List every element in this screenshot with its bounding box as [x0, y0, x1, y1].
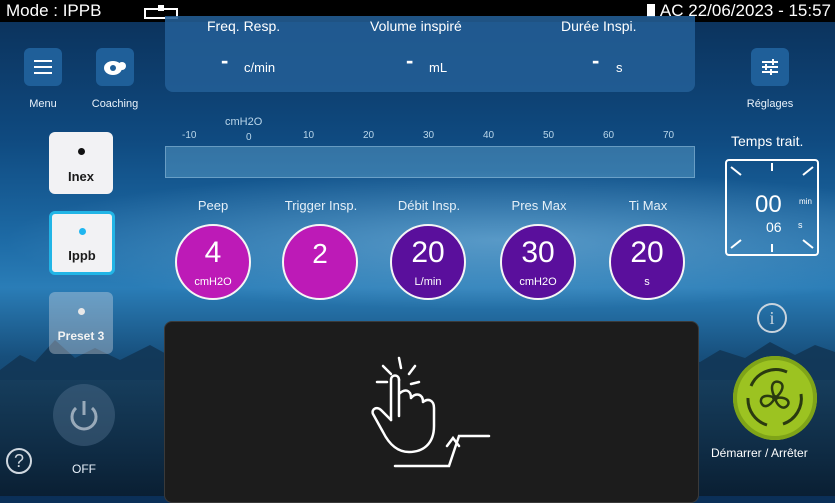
menu-label: Menu — [29, 98, 57, 110]
gauge-tick: 40 — [483, 130, 495, 141]
peep-value: 4 — [204, 236, 222, 269]
coaching-label: Coaching — [91, 98, 139, 110]
ti-max-label: Ti Max — [628, 198, 668, 213]
start-stop-button[interactable] — [733, 356, 817, 440]
peep-label: Peep — [197, 198, 229, 213]
tap-gesture-icon — [371, 356, 491, 468]
duree-inspi-label: Durée Inspi. — [561, 18, 637, 34]
menu-button[interactable] — [24, 48, 62, 86]
volume-inspire-label: Volume inspiré — [370, 18, 462, 34]
preset-indicator-dot — [79, 228, 86, 235]
gauge-tick: 0 — [246, 132, 252, 143]
hamburger-icon — [34, 60, 52, 74]
debit-insp-control[interactable]: 20 L/min — [390, 224, 466, 300]
coaching-button[interactable] — [96, 48, 134, 86]
debit-insp-label: Débit Insp. — [397, 198, 461, 213]
start-stop-label: Démarrer / Arrêter — [711, 446, 808, 460]
pressure-gauge-bar — [165, 146, 695, 178]
settings-button[interactable] — [751, 48, 789, 86]
measurements-panel: Freq. Resp. - c/min Volume inspiré - mL … — [165, 16, 695, 92]
sliders-icon — [762, 59, 778, 75]
trigger-insp-control[interactable]: 2 — [282, 224, 358, 300]
debit-insp-unit: L/min — [414, 276, 442, 288]
power-off-label: OFF — [72, 462, 96, 476]
timer-seconds: 06 — [766, 219, 782, 235]
gauge-tick: 60 — [603, 130, 615, 141]
preset-indicator-dot — [78, 308, 85, 315]
peep-control[interactable]: 4 cmH2O — [175, 224, 251, 300]
peep-unit: cmH2O — [194, 276, 232, 288]
gauge-tick: 70 — [663, 130, 675, 141]
trigger-insp-value: 2 — [312, 238, 328, 269]
fan-rotation-icon — [733, 356, 817, 440]
gauge-tick: -10 — [182, 130, 197, 141]
pres-max-label: Pres Max — [511, 198, 567, 213]
date-time: 22/06/2023 - 15:57 — [688, 1, 831, 20]
ti-max-value: 20 — [630, 236, 664, 269]
coaching-icon — [104, 61, 126, 75]
gauge-tick: 50 — [543, 130, 555, 141]
pres-max-unit: cmH2O — [519, 276, 557, 288]
preset-label: Inex — [67, 169, 94, 184]
info-icon: i — [769, 308, 775, 328]
preset-label: Preset 3 — [57, 329, 105, 343]
help-button[interactable]: ? — [6, 448, 32, 474]
treatment-time-title: Temps trait. — [731, 133, 804, 149]
volume-inspire-value: - — [406, 48, 414, 73]
settings-label: Réglages — [746, 98, 794, 110]
trigger-insp-label: Trigger Insp. — [284, 198, 358, 213]
pres-max-value: 30 — [521, 236, 555, 269]
info-button[interactable]: i — [757, 303, 787, 333]
gauge-scale: -10 0 10 20 30 40 50 60 70 — [165, 128, 695, 146]
duree-inspi-unit: s — [616, 60, 623, 75]
preset-indicator-dot — [78, 148, 85, 155]
preset-ippb-button[interactable]: Ippb — [49, 211, 115, 275]
timer-minutes: 00 — [755, 191, 782, 218]
freq-resp-label: Freq. Resp. — [207, 18, 281, 34]
ti-max-control[interactable]: 20 s — [609, 224, 685, 300]
freq-resp-unit: c/min — [244, 60, 276, 75]
preset-3-button[interactable]: Preset 3 — [49, 292, 113, 354]
gauge-tick: 10 — [303, 130, 315, 141]
timer-seconds-unit: s — [798, 220, 803, 230]
debit-insp-value: 20 — [411, 236, 445, 269]
timer-minutes-unit: min — [799, 197, 812, 206]
power-off-button[interactable] — [53, 384, 115, 446]
preset-label: Ippb — [68, 248, 96, 263]
pres-max-control[interactable]: 30 cmH2O — [500, 224, 576, 300]
gauge-unit-label: cmH2O — [225, 116, 263, 128]
power-icon — [70, 401, 98, 431]
duree-inspi-value: - — [592, 48, 600, 73]
ti-max-unit: s — [644, 276, 650, 288]
volume-inspire-unit: mL — [429, 60, 448, 75]
freq-resp-value: - — [221, 48, 229, 73]
mode-indicator: Mode : IPPB — [6, 1, 102, 20]
gauge-tick: 30 — [423, 130, 435, 141]
gauge-tick: 20 — [363, 130, 375, 141]
help-icon: ? — [13, 451, 24, 471]
instruction-overlay — [164, 321, 699, 503]
preset-inex-button[interactable]: Inex — [49, 132, 113, 194]
treatment-timer: 00 min 06 s — [725, 159, 819, 256]
